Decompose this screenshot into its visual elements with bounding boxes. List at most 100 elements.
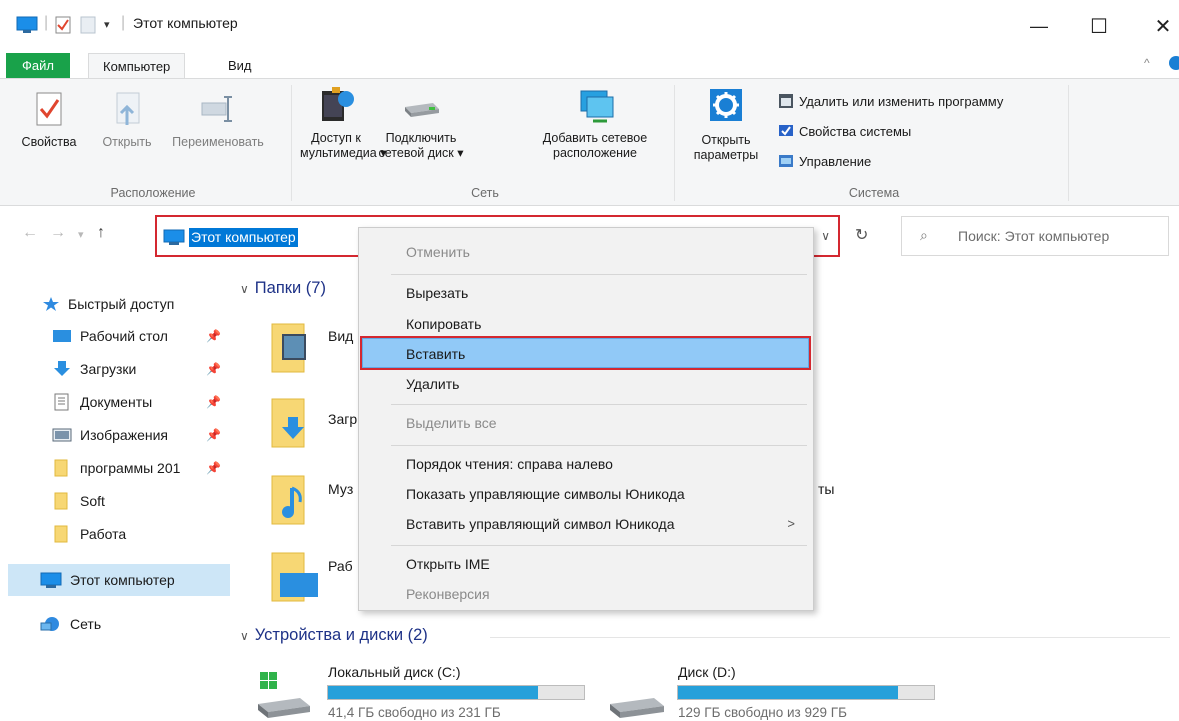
folder-label: Муз (328, 481, 354, 497)
pin-icon[interactable]: 📌 (206, 428, 221, 442)
menu-item-delete[interactable]: Удалить (406, 376, 459, 392)
menu-item-undo[interactable]: Отменить (406, 244, 470, 260)
rename-icon (201, 96, 232, 122)
properties-icon (36, 92, 62, 126)
menu-item-select-all[interactable]: Выделить все (406, 415, 497, 431)
nav-item-downloads[interactable]: Загрузки 📌 (52, 355, 221, 383)
pin-icon[interactable]: 📌 (206, 329, 221, 343)
nav-quick-access[interactable]: Быстрый доступ (42, 290, 174, 318)
chevron-down-icon: ∨ (240, 628, 249, 643)
group-divider (1068, 85, 1069, 201)
drive-usage-bar (677, 685, 935, 700)
menu-separator (391, 274, 807, 275)
nav-item-desktop[interactable]: Рабочий стол 📌 (52, 322, 221, 350)
drive-usage-fill (328, 686, 538, 699)
menu-item-copy[interactable]: Копировать (406, 316, 481, 332)
menu-item-reconversion[interactable]: Реконверсия (406, 586, 490, 602)
chevron-down-icon[interactable]: ∨ (821, 229, 830, 243)
folder-label: Вид (328, 328, 354, 344)
rename-button[interactable]: Переименовать (168, 87, 268, 150)
windows-drive-icon[interactable] (256, 670, 312, 721)
drives-section-header[interactable]: ∨ Устройства и диски (2) (240, 626, 428, 645)
properties-quick-icon[interactable] (55, 16, 71, 34)
music-folder-icon[interactable] (268, 472, 328, 528)
menu-item-rtl[interactable]: Порядок чтения: справа налево (406, 456, 613, 472)
up-button[interactable]: ↑ (97, 224, 105, 242)
forward-button[interactable]: → (50, 224, 66, 242)
downloads-folder-icon[interactable] (268, 395, 328, 451)
ribbon-tabs: Файл Компьютер Вид ^ (0, 50, 1179, 79)
nav-item-work[interactable]: Работа (52, 520, 126, 548)
pin-icon[interactable]: 📌 (206, 395, 221, 409)
tab-view[interactable]: Вид (214, 53, 266, 78)
menu-item-show-unicode[interactable]: Показать управляющие символы Юникода (406, 486, 685, 502)
uninstall-icon (779, 94, 793, 108)
recent-locations-button[interactable]: ▾ (78, 228, 84, 241)
nav-item-pictures[interactable]: Изображения 📌 (52, 421, 221, 449)
nav-item-soft[interactable]: Soft (52, 487, 105, 515)
submenu-arrow-icon: > (787, 516, 795, 531)
nav-network[interactable]: Сеть (40, 610, 101, 638)
menu-item-insert-unicode[interactable]: Вставить управляющий символ Юникода (406, 516, 674, 532)
media-access-button[interactable]: Доступ к мультимедиа ▾ (300, 83, 387, 161)
drive-usage-bar (327, 685, 585, 700)
folder-icon (52, 459, 72, 477)
menu-item-cut[interactable]: Вырезать (406, 285, 468, 301)
collapse-ribbon-icon[interactable]: ^ (1144, 56, 1150, 70)
drive-icon[interactable] (608, 670, 668, 721)
system-properties-button[interactable]: Свойства системы (778, 123, 911, 139)
open-settings-button[interactable]: Открыть параметры (684, 87, 768, 163)
add-network-location-button[interactable]: Добавить сетевое расположение (530, 83, 660, 161)
folder-label: Загр (328, 411, 358, 427)
tab-computer[interactable]: Компьютер (88, 53, 186, 79)
system-properties-icon (779, 125, 793, 136)
pictures-icon (52, 426, 72, 444)
menu-separator (391, 545, 807, 546)
uninstall-program-button[interactable]: Удалить или изменить программу (778, 93, 1003, 109)
open-button[interactable]: Открыть (92, 87, 162, 150)
menu-item-open-ime[interactable]: Открыть IME (406, 556, 490, 572)
search-icon: ⌕ (920, 227, 928, 243)
back-button[interactable]: ← (22, 224, 38, 242)
desktop-icon (52, 328, 72, 344)
close-button[interactable]: ✕ (1140, 8, 1179, 44)
customize-toolbar-icon[interactable]: ▾ (104, 18, 110, 31)
nav-item-documents[interactable]: Документы 📌 (52, 388, 221, 416)
refresh-icon[interactable]: ↻ (855, 225, 868, 245)
computer-icon (16, 16, 38, 34)
nav-this-pc[interactable]: Этот компьютер (8, 564, 230, 596)
section-divider (490, 637, 1170, 638)
group-divider (674, 85, 675, 201)
menu-separator (391, 404, 807, 405)
tab-file[interactable]: Файл (6, 53, 70, 78)
folders-section-header[interactable]: ∨ Папки (7) (240, 279, 326, 298)
desktop-folder-icon[interactable] (268, 549, 328, 605)
gear-icon (710, 89, 742, 121)
document-icon (52, 393, 72, 411)
maximize-button[interactable]: ☐ (1076, 8, 1122, 44)
new-folder-quick-icon[interactable] (80, 16, 96, 34)
context-menu: Отменить Вырезать Копировать Вставить Уд… (358, 227, 814, 611)
pin-icon[interactable]: 📌 (206, 362, 221, 376)
system-group-label: Система (848, 186, 900, 200)
navigation-pane: Быстрый доступ Рабочий стол 📌 Загрузки 📌… (0, 260, 230, 721)
properties-button[interactable]: Свойства (18, 87, 80, 150)
menu-item-paste[interactable]: Вставить (406, 346, 465, 362)
help-icon[interactable] (1165, 55, 1179, 74)
drive-usage-fill (678, 686, 899, 699)
video-folder-icon[interactable] (268, 320, 328, 376)
location-group-label: Расположение (110, 186, 196, 200)
manage-button[interactable]: Управление (778, 153, 871, 169)
separator: | (44, 14, 49, 31)
pin-icon[interactable]: 📌 (206, 461, 221, 475)
search-box[interactable]: ⌕ Поиск: Этот компьютер (901, 216, 1169, 256)
nav-item-programs[interactable]: программы 201 📌 (52, 454, 221, 482)
separator: | (121, 14, 126, 31)
address-path[interactable]: Этот компьютер (189, 228, 298, 247)
minimize-button[interactable]: — (1016, 8, 1062, 44)
chevron-down-icon: ∨ (240, 281, 249, 296)
manage-icon (779, 155, 793, 167)
window-title: Этот компьютер (133, 15, 238, 31)
open-icon (116, 92, 140, 125)
map-network-drive-button[interactable]: Подключить сетевой диск ▾ (378, 83, 464, 161)
